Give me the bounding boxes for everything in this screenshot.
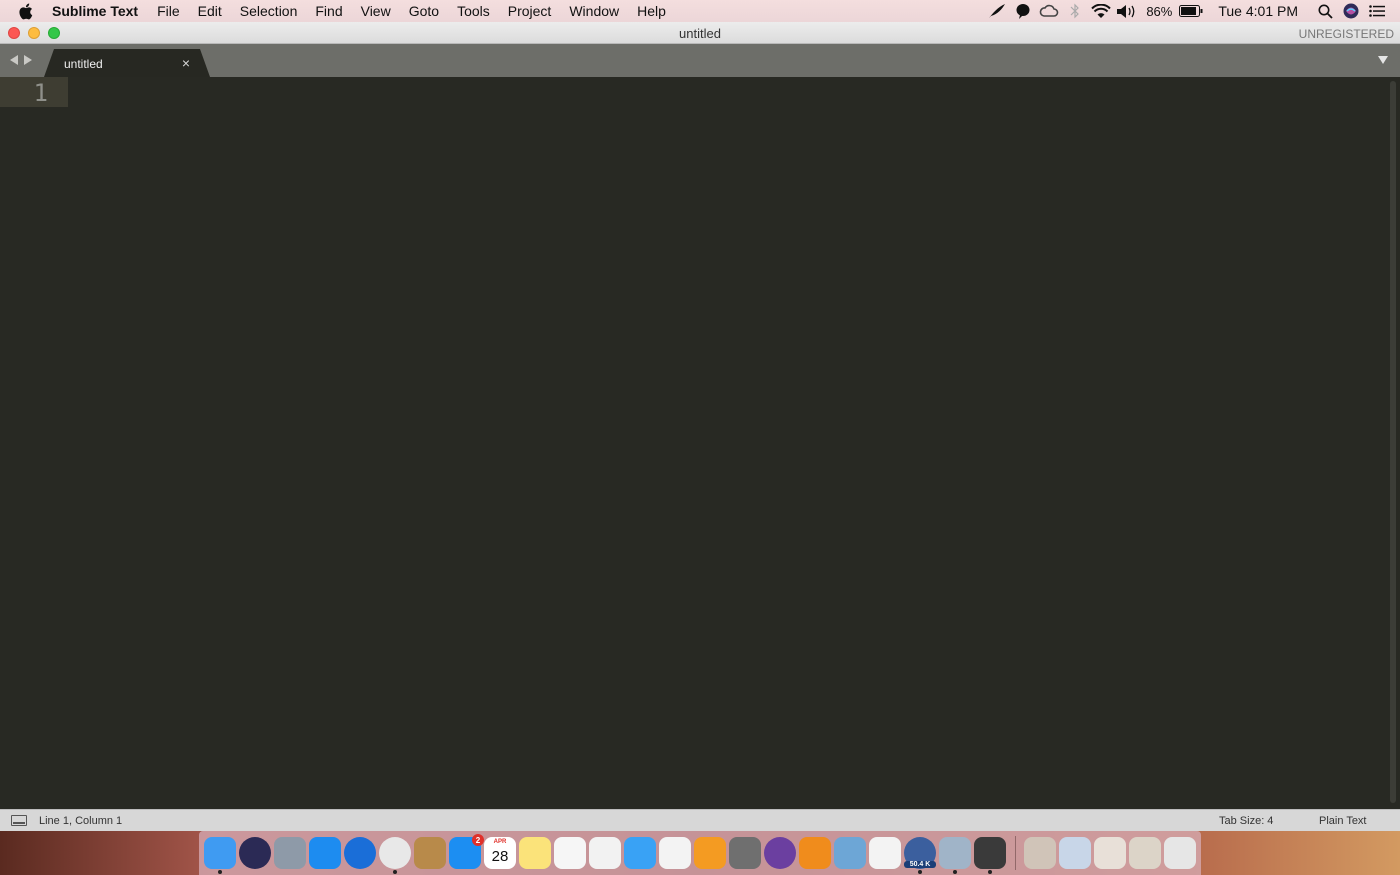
dock-system-preferences-icon[interactable] <box>729 837 761 869</box>
menu-file[interactable]: File <box>148 0 189 22</box>
dock-notefile-icon[interactable] <box>414 837 446 869</box>
apple-icon[interactable] <box>18 3 36 20</box>
app-menu[interactable]: Sublime Text <box>52 0 148 22</box>
dock-separator <box>1015 836 1016 870</box>
dock-utility-icon[interactable] <box>939 837 971 874</box>
tab-close-icon[interactable]: × <box>182 55 190 71</box>
window-title-bar: untitled UNREGISTERED <box>0 22 1400 44</box>
dock-books-icon[interactable] <box>694 837 726 869</box>
dock-chrome-icon[interactable] <box>379 837 411 874</box>
show-panel-icon[interactable] <box>11 815 27 826</box>
chat-bubble-icon[interactable] <box>1010 0 1036 22</box>
dock-network-monitor-icon[interactable]: 50.4 K <box>904 837 936 874</box>
quill-icon[interactable] <box>984 0 1010 22</box>
tab-nav-left-icon[interactable] <box>10 55 18 65</box>
syntax-selector[interactable]: Plain Text <box>1319 815 1367 827</box>
dock-calendar-icon[interactable]: APR 28 <box>484 837 516 869</box>
menu-window[interactable]: Window <box>560 0 628 22</box>
network-speed-label: 50.4 K <box>904 861 936 868</box>
editor-area[interactable]: 1 <box>0 77 1400 809</box>
dock-notes-icon[interactable] <box>519 837 551 869</box>
running-indicator <box>988 870 992 874</box>
vertical-scrollbar[interactable] <box>1390 81 1396 803</box>
dock-launchpad-icon[interactable] <box>274 837 306 869</box>
menu-edit[interactable]: Edit <box>189 0 231 22</box>
dock-messages-icon[interactable] <box>624 837 656 869</box>
registration-status: UNREGISTERED <box>1298 27 1394 41</box>
current-line-gutter: 1 <box>0 77 68 107</box>
menu-goto[interactable]: Goto <box>400 0 448 22</box>
tab-nav-right-icon[interactable] <box>24 55 32 65</box>
menu-view[interactable]: View <box>352 0 400 22</box>
volume-icon[interactable] <box>1114 0 1140 22</box>
tab-label: untitled <box>64 57 103 71</box>
calendar-day: 28 <box>491 847 509 865</box>
dock-vlc-icon[interactable] <box>799 837 831 869</box>
dock-stack-2-icon[interactable] <box>1059 837 1091 869</box>
menu-project[interactable]: Project <box>499 0 561 22</box>
running-indicator <box>393 870 397 874</box>
dock-sublime-text-icon[interactable] <box>974 837 1006 874</box>
running-indicator <box>218 870 222 874</box>
dock: 2 APR 28 50.4 K <box>199 831 1201 875</box>
tab-list-dropdown-icon[interactable] <box>1378 56 1388 64</box>
dock-itunes-icon[interactable] <box>659 837 691 869</box>
tab-untitled[interactable]: untitled × <box>44 49 210 77</box>
menu-selection[interactable]: Selection <box>231 0 307 22</box>
window-title: untitled <box>679 26 721 41</box>
menu-help[interactable]: Help <box>628 0 675 22</box>
menu-tools[interactable]: Tools <box>448 0 499 22</box>
dock-siri-icon[interactable] <box>239 837 271 869</box>
dock-firefox-icon[interactable] <box>344 837 376 869</box>
creative-cloud-icon[interactable] <box>1036 0 1062 22</box>
dock-textedit-icon[interactable] <box>869 837 901 869</box>
wifi-icon[interactable] <box>1088 0 1114 22</box>
spotlight-search-icon[interactable] <box>1312 0 1338 22</box>
notification-center-icon[interactable] <box>1364 0 1390 22</box>
dock-trash-icon[interactable] <box>1164 837 1196 869</box>
dock-reminders-icon[interactable] <box>554 837 586 869</box>
menu-find[interactable]: Find <box>306 0 351 22</box>
app-store-badge: 2 <box>472 834 484 846</box>
line-number: 1 <box>33 79 48 107</box>
battery-percent[interactable]: 86% <box>1140 4 1178 19</box>
menu-bar: Sublime Text File Edit Selection Find Vi… <box>0 0 1400 22</box>
dock-stack-4-icon[interactable] <box>1129 837 1161 869</box>
dock-tor-browser-icon[interactable] <box>764 837 796 869</box>
running-indicator <box>953 870 957 874</box>
clock[interactable]: Tue 4:01 PM <box>1204 3 1312 19</box>
tab-bar: untitled × <box>0 44 1400 77</box>
dock-photos-icon[interactable] <box>589 837 621 869</box>
dock-safari-icon[interactable] <box>309 837 341 869</box>
siri-icon[interactable] <box>1338 0 1364 22</box>
calendar-month: APR <box>493 839 507 845</box>
tab-size-selector[interactable]: Tab Size: 4 <box>1219 815 1273 827</box>
status-bar: Line 1, Column 1 Tab Size: 4 Plain Text <box>0 809 1400 831</box>
dock-stack-3-icon[interactable] <box>1094 837 1126 869</box>
dock-app-store-icon[interactable]: 2 <box>449 834 484 869</box>
cursor-position: Line 1, Column 1 <box>39 815 123 827</box>
dock-finder-icon[interactable] <box>204 837 236 874</box>
status-menus: 86% Tue 4:01 PM <box>984 0 1400 22</box>
running-indicator <box>918 870 922 874</box>
bluetooth-icon[interactable] <box>1062 0 1088 22</box>
dock-preview-icon[interactable] <box>834 837 866 869</box>
battery-icon[interactable] <box>1178 0 1204 22</box>
dock-stack-1-icon[interactable] <box>1024 837 1056 869</box>
